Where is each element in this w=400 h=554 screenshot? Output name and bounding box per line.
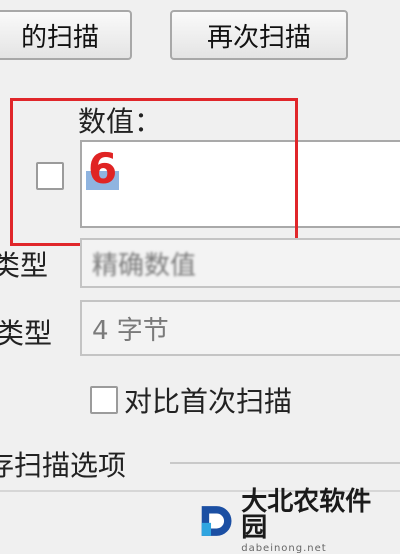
compare-first-checkbox[interactable] <box>90 386 118 414</box>
value-type-select[interactable]: 4 字节 <box>80 300 400 356</box>
watermark: 大北农软件园 dabeinong.net <box>198 489 394 554</box>
scan-type-select[interactable]: 精确数值 <box>80 238 400 288</box>
watermark-title: 大北农软件园 <box>241 486 372 543</box>
scan-options-label: 存扫描选项 <box>0 449 127 482</box>
value-type-label: 类型 <box>0 317 53 350</box>
watermark-subtitle: dabeinong.net <box>241 542 327 554</box>
first-scan-button[interactable]: 的扫描 <box>0 10 132 60</box>
highlight-box <box>10 98 298 246</box>
first-scan-label: 的扫描 <box>20 22 99 53</box>
value-type-value: 4 字节 <box>92 315 169 346</box>
watermark-logo-icon <box>201 506 232 536</box>
next-scan-label: 再次扫描 <box>206 22 311 53</box>
next-scan-button[interactable]: 再次扫描 <box>170 10 348 60</box>
scan-type-value: 精确数值 <box>92 250 197 281</box>
compare-first-label: 对比首次扫描 <box>124 385 293 418</box>
section-divider <box>170 462 400 464</box>
scan-type-label: 类型 <box>0 249 49 282</box>
